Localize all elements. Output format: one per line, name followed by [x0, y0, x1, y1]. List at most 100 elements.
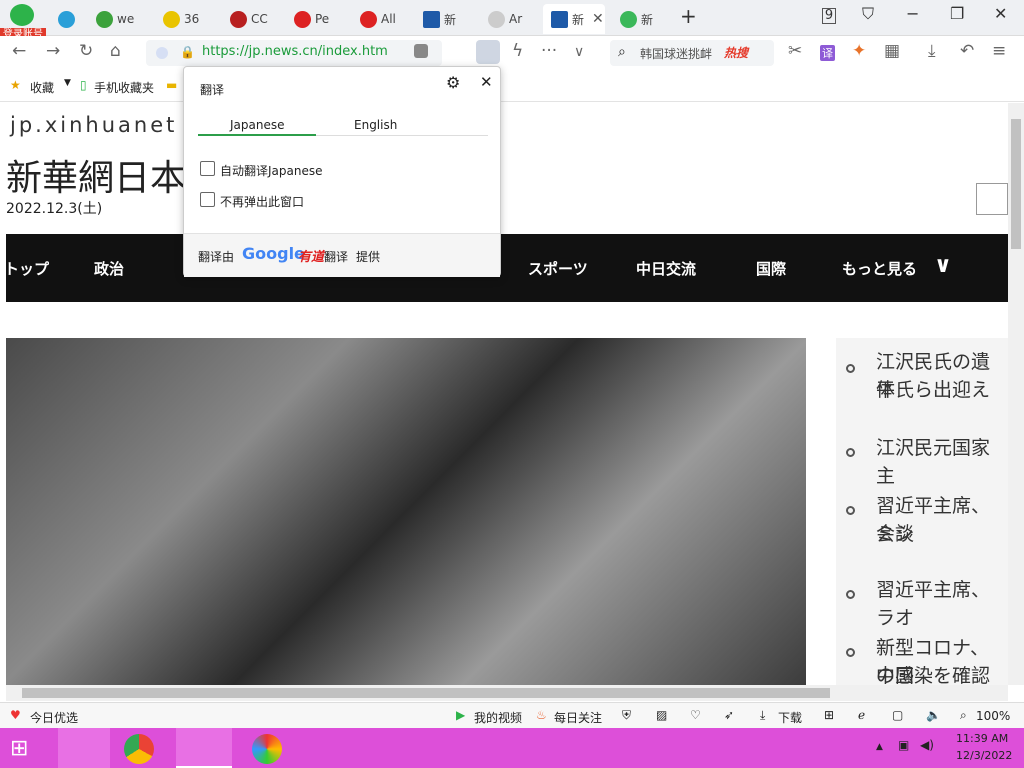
scroll-thumb[interactable] — [22, 688, 830, 698]
lightning-icon[interactable]: ϟ — [512, 41, 523, 61]
browser-logo-icon[interactable] — [10, 4, 34, 26]
volume-icon[interactable]: 🔈 — [926, 708, 941, 722]
translate-popup: 翻译 ⚙ ✕ Japanese English 自动翻译Japanese 不再弹… — [183, 66, 501, 277]
folder-icon[interactable]: ▬ — [166, 78, 177, 92]
search-box[interactable]: ⌕ 韩国球迷挑衅 热搜 — [610, 40, 774, 66]
news-item-5b[interactable]: の感染を確認 — [876, 662, 990, 685]
nav-top[interactable]: トップ — [6, 258, 49, 279]
game-icon[interactable]: ✦ — [852, 41, 866, 61]
translate-ext-icon[interactable]: 译 — [820, 45, 835, 61]
address-bar[interactable]: 🔒 https://jp.news.cn/index.htm ▣ — [146, 40, 442, 66]
pinwheel-app-icon[interactable] — [252, 734, 282, 764]
360-browser-taskbar-icon[interactable] — [176, 728, 232, 768]
nav-sports[interactable]: スポーツ — [528, 258, 588, 279]
scissors-icon[interactable]: ✂ — [788, 41, 802, 61]
download-icon[interactable]: ⤓ — [928, 41, 936, 61]
tray-expand-icon[interactable]: ▲ — [876, 742, 883, 752]
minimize-icon[interactable]: − — [906, 4, 919, 23]
tab-2[interactable]: we — [88, 4, 146, 34]
caret-down-icon[interactable]: ▼ — [64, 78, 71, 88]
tab-1[interactable] — [50, 4, 80, 34]
home-icon[interactable]: ⌂ — [110, 41, 121, 61]
refresh-icon[interactable]: ↻ — [79, 41, 93, 61]
chrome-icon[interactable] — [124, 734, 154, 764]
blank-page-icon — [488, 10, 505, 28]
clock-time[interactable]: 11:39 AM — [956, 732, 1008, 745]
health-icon[interactable]: ♡ — [690, 708, 701, 722]
chevron-down-icon[interactable]: ∨ — [934, 253, 952, 278]
restore-icon[interactable]: ❐ — [950, 4, 964, 23]
menu-icon[interactable]: ≡ — [992, 41, 1006, 61]
bookmark-favorites[interactable]: 收藏 — [30, 79, 54, 96]
news-list: 江沢民氏の遺体 平氏ら出迎え 江沢民元国家主 習近平主席、ミシ 会談 習近平主席… — [836, 338, 1008, 685]
vertical-scrollbar[interactable] — [1008, 103, 1024, 685]
today-picks[interactable]: 今日优选 — [30, 709, 78, 726]
speaker-icon[interactable]: ◀) — [920, 738, 934, 752]
360-icon — [163, 10, 180, 28]
auto-translate-checkbox[interactable] — [200, 161, 215, 176]
nav-international[interactable]: 国際 — [756, 258, 786, 279]
news-item-4[interactable]: 習近平主席、ラオ — [876, 576, 1008, 632]
daily-focus[interactable]: 每日关注 — [554, 709, 602, 726]
web-page: jp.xinhuanet 新華網日本 2022.12.3(土) トップ 政治 ス… — [6, 103, 1008, 685]
close-icon[interactable]: ✕ — [480, 73, 493, 91]
ie-icon[interactable]: ℯ — [858, 708, 865, 722]
rocket-icon[interactable]: ➶ — [724, 708, 734, 722]
more-icon[interactable]: ··· — [541, 41, 557, 61]
close-window-icon[interactable]: ✕ — [994, 4, 1007, 23]
window-icon[interactable]: ▢ — [892, 708, 903, 722]
nav-more[interactable]: もっと見る — [842, 258, 917, 279]
close-tab-icon[interactable]: ✕ — [592, 11, 604, 27]
news-item-2[interactable]: 江沢民元国家主 — [876, 434, 1008, 490]
shirt-icon[interactable]: ⛉ — [862, 4, 874, 24]
settings-icon[interactable]: ⚙ — [446, 73, 460, 92]
network-icon[interactable]: ▣ — [898, 738, 909, 752]
site-title[interactable]: 新華網日本 — [6, 149, 186, 201]
hot-search-label[interactable]: 热搜 — [724, 44, 748, 61]
translate-page-icon[interactable] — [476, 40, 500, 64]
tab-7[interactable]: 新 — [415, 4, 473, 34]
search-input[interactable]: 韩国球迷挑衅 — [640, 45, 714, 62]
back-icon[interactable]: ← — [12, 41, 26, 61]
footer-text-1: 翻译由 — [198, 250, 235, 264]
tab-4[interactable]: CC — [222, 4, 280, 34]
dont-show-checkbox[interactable] — [200, 192, 215, 207]
clock-date[interactable]: 12/3/2022 — [956, 749, 1012, 762]
tab-count-icon[interactable]: 9 — [822, 8, 836, 24]
chevron-down-icon[interactable]: ∨ — [574, 44, 584, 60]
image-icon[interactable]: ▨ — [656, 708, 667, 722]
horizontal-scrollbar[interactable] — [6, 685, 1008, 701]
news-item-3b[interactable]: 会談 — [876, 520, 914, 548]
nav-politics[interactable]: 政治 — [94, 258, 124, 279]
download-label[interactable]: 下载 — [778, 709, 802, 726]
tab-5[interactable]: Pe — [286, 4, 344, 34]
nav-china-japan[interactable]: 中日交流 — [636, 258, 696, 279]
game-pad-icon[interactable]: ⊞ — [824, 708, 834, 722]
tab-3[interactable]: 36 — [155, 4, 213, 34]
search-box-page[interactable] — [976, 183, 1008, 215]
tab-japanese[interactable]: Japanese — [230, 118, 285, 132]
shield-icon[interactable]: ⛨ — [622, 708, 631, 723]
download-icon: ⤓ — [760, 708, 766, 722]
tab-8[interactable]: Ar — [480, 4, 538, 34]
url-text[interactable]: https://jp.news.cn/index.htm — [202, 44, 388, 59]
site-info-icon[interactable] — [156, 47, 168, 59]
forward-icon[interactable]: → — [46, 41, 60, 61]
zoom-level[interactable]: 100% — [976, 709, 1010, 723]
bookmark-mobile[interactable]: 手机收藏夹 — [94, 79, 154, 96]
headline-photo[interactable] — [6, 338, 806, 685]
windows-start-icon[interactable]: ⊞ — [10, 736, 28, 761]
apps-grid-icon[interactable]: ▦ — [884, 41, 900, 61]
file-explorer-icon[interactable] — [58, 728, 110, 768]
block-icon[interactable] — [414, 44, 428, 58]
scroll-thumb[interactable] — [1011, 119, 1021, 249]
my-video[interactable]: 我的视频 — [474, 709, 522, 726]
new-tab-button[interactable]: + — [680, 4, 697, 28]
tab-10[interactable]: 新 — [612, 4, 670, 34]
tab-6[interactable]: All — [352, 4, 410, 34]
undo-icon[interactable]: ↶ — [960, 41, 974, 61]
tab-9-active[interactable]: 新 ✕ — [543, 4, 605, 34]
site-domain[interactable]: jp.xinhuanet — [10, 113, 177, 137]
news-item-1b[interactable]: 平氏ら出迎え — [876, 376, 990, 404]
tab-english[interactable]: English — [354, 118, 397, 132]
